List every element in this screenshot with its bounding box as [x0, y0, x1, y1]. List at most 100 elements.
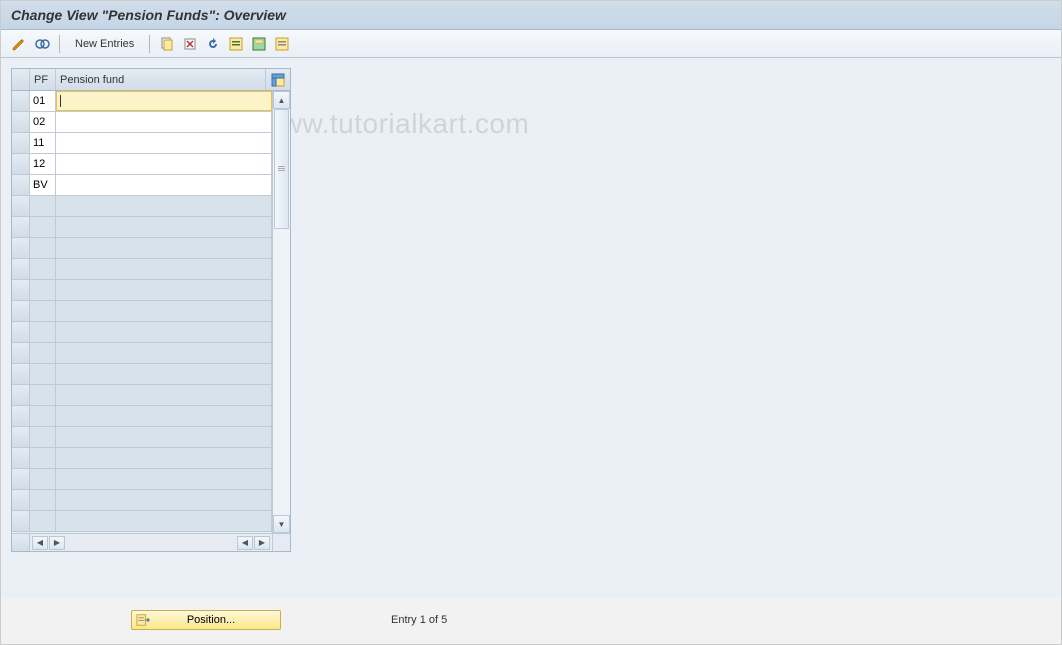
cell-pension-fund[interactable] [56, 133, 272, 153]
table-row: 02 [12, 112, 272, 133]
cell-pf-empty [30, 280, 56, 300]
row-selector[interactable] [12, 217, 30, 237]
copy-as-icon[interactable] [157, 34, 177, 54]
cell-pf[interactable]: 12 [30, 154, 56, 174]
cell-pf-empty [30, 406, 56, 426]
position-button-label: Position... [160, 614, 262, 626]
row-selector[interactable] [12, 385, 30, 405]
row-selector[interactable] [12, 301, 30, 321]
column-header-selector[interactable] [12, 69, 30, 90]
row-selector[interactable] [12, 364, 30, 384]
cell-pension-fund-empty [56, 427, 272, 447]
cell-pension-fund-empty [56, 280, 272, 300]
cell-pension-fund-empty [56, 490, 272, 510]
table-row-empty [12, 301, 272, 322]
footer: Position... Entry 1 of 5 [1, 610, 1061, 630]
new-entries-button[interactable]: New Entries [67, 36, 142, 52]
row-selector[interactable] [12, 91, 30, 111]
table-settings-icon[interactable] [266, 69, 290, 90]
position-button[interactable]: Position... [131, 610, 281, 630]
column-header-pf[interactable]: PF [30, 69, 56, 90]
table-row-empty [12, 343, 272, 364]
cell-pf-empty [30, 343, 56, 363]
scroll-left-button[interactable]: ◀ [32, 536, 48, 550]
table-row: 11 [12, 133, 272, 154]
cell-pension-fund[interactable] [56, 91, 272, 111]
row-selector[interactable] [12, 322, 30, 342]
pension-funds-table: PF Pension fund 01021112BV ▲ ▼ ◀ ▶ ◀ ▶ [11, 68, 291, 552]
row-selector[interactable] [12, 196, 30, 216]
toggle-display-change-icon[interactable] [9, 34, 29, 54]
cell-pf[interactable]: BV [30, 175, 56, 195]
cell-pf-empty [30, 385, 56, 405]
select-all-icon[interactable] [226, 34, 246, 54]
toolbar: New Entries [1, 30, 1061, 58]
row-selector[interactable] [12, 259, 30, 279]
cell-pension-fund[interactable] [56, 175, 272, 195]
cell-pension-fund-empty [56, 259, 272, 279]
table-row: 01 [12, 91, 272, 112]
cell-pf-empty [30, 217, 56, 237]
page-title: Change View "Pension Funds": Overview [1, 1, 1061, 30]
cell-pension-fund-empty [56, 238, 272, 258]
row-selector[interactable] [12, 448, 30, 468]
cell-pf-empty [30, 322, 56, 342]
row-selector[interactable] [12, 154, 30, 174]
table-row-empty [12, 217, 272, 238]
scroll-right-step-button[interactable]: ◀ [237, 536, 253, 550]
table-row-empty [12, 490, 272, 511]
table-row-empty [12, 196, 272, 217]
column-header-pension-fund[interactable]: Pension fund [56, 69, 266, 90]
cell-pf-empty [30, 364, 56, 384]
cell-pension-fund-empty [56, 364, 272, 384]
select-block-icon[interactable] [249, 34, 269, 54]
other-entry-icon[interactable] [32, 34, 52, 54]
cell-pf[interactable]: 01 [30, 91, 56, 111]
row-selector[interactable] [12, 511, 30, 531]
scrollbar-thumb[interactable] [274, 109, 289, 229]
row-selector[interactable] [12, 490, 30, 510]
table-row-empty [12, 280, 272, 301]
table-row-empty [12, 259, 272, 280]
table-row-empty [12, 511, 272, 532]
cell-pension-fund[interactable] [56, 154, 272, 174]
delete-icon[interactable] [180, 34, 200, 54]
scroll-right-button[interactable]: ▶ [254, 536, 270, 550]
row-selector[interactable] [12, 427, 30, 447]
row-selector[interactable] [12, 133, 30, 153]
row-selector[interactable] [12, 175, 30, 195]
cell-pension-fund-empty [56, 217, 272, 237]
table-row-empty [12, 238, 272, 259]
row-selector[interactable] [12, 238, 30, 258]
deselect-all-icon[interactable] [272, 34, 292, 54]
cell-pf[interactable]: 02 [30, 112, 56, 132]
row-selector[interactable] [12, 280, 30, 300]
entry-counter: Entry 1 of 5 [391, 614, 447, 626]
scroll-up-button[interactable]: ▲ [273, 91, 290, 109]
cell-pf-empty [30, 469, 56, 489]
row-selector[interactable] [12, 406, 30, 426]
cell-pension-fund-empty [56, 196, 272, 216]
scroll-down-button[interactable]: ▼ [273, 515, 290, 533]
vertical-scrollbar[interactable]: ▲ ▼ [272, 91, 290, 533]
watermark: www.tutorialkart.com [261, 108, 529, 140]
table-row-empty [12, 469, 272, 490]
scroll-left-step-button[interactable]: ▶ [49, 536, 65, 550]
row-selector[interactable] [12, 469, 30, 489]
table-row-empty [12, 322, 272, 343]
row-selector[interactable] [12, 343, 30, 363]
cell-pension-fund-empty [56, 511, 272, 531]
cell-pension-fund-empty [56, 343, 272, 363]
cell-pension-fund[interactable] [56, 112, 272, 132]
row-selector[interactable] [12, 112, 30, 132]
undo-change-icon[interactable] [203, 34, 223, 54]
table-row-empty [12, 406, 272, 427]
cell-pf-empty [30, 490, 56, 510]
table-row-empty [12, 448, 272, 469]
cell-pension-fund-empty [56, 406, 272, 426]
table-row: BV [12, 175, 272, 196]
cell-pf-empty [30, 238, 56, 258]
table-row: 12 [12, 154, 272, 175]
cell-pf[interactable]: 11 [30, 133, 56, 153]
content-area: www.tutorialkart.com PF Pension fund 010… [1, 58, 1061, 598]
